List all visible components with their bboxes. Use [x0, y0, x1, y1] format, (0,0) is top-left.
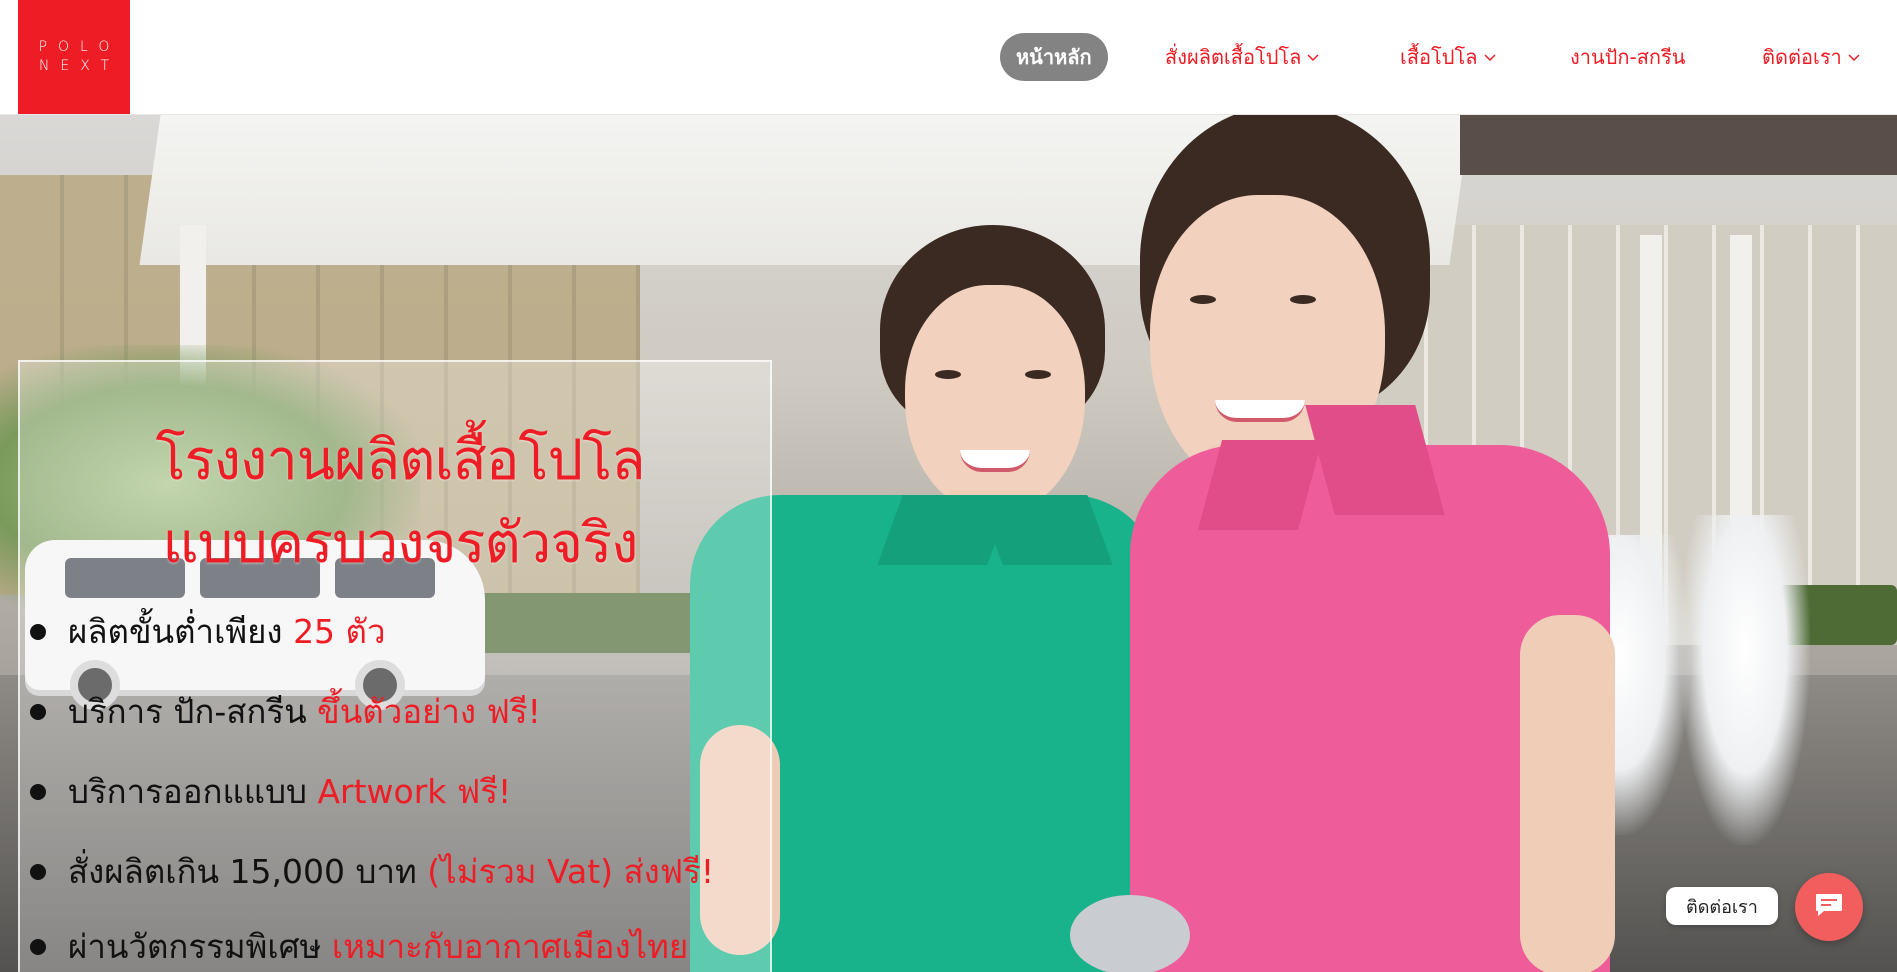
chevron-down-icon — [1482, 49, 1498, 65]
bullet-highlight: ขึ้นตัวอย่าง ฟรี! — [317, 692, 541, 731]
contact-widget-button[interactable] — [1795, 873, 1863, 941]
logo-line-2: NEXT — [38, 58, 121, 74]
bullet-text: ผลิตขั้นต่ำเพียง — [68, 612, 283, 651]
site-header: POLO NEXT หน้าหลัก สั่งผลิตเสื้อโปโล เสื… — [0, 0, 1897, 115]
nav-item-order-polo[interactable]: สั่งผลิตเสื้อโปโล — [1165, 33, 1321, 81]
bullet-text: สั่งผลิตเกิน 15,000 บาท — [68, 852, 417, 891]
bullet-text: ผ่านวัตกรรมพิเศษ — [68, 927, 322, 966]
bullet-dot — [30, 703, 46, 720]
bullet-dot — [30, 863, 46, 880]
feature-bullet: บริการออกแแบบ Artwork ฟรี! — [30, 765, 511, 818]
nav-item-embroidery-screen[interactable]: งานปัก-สกรีน — [1570, 33, 1685, 81]
bullet-text: บริการออกแแบบ — [68, 772, 307, 811]
hero-headline-2: แบบครบวงจรตัวจริง — [162, 511, 639, 576]
feature-bullet: ผลิตขั้นต่ำเพียง 25 ตัว — [30, 605, 386, 658]
nav-label: หน้าหลัก — [1016, 45, 1092, 69]
bullet-highlight: 25 ตัว — [293, 612, 386, 651]
bullet-dot — [30, 783, 46, 800]
bullet-highlight: Artwork ฟรี! — [317, 772, 512, 811]
hero-banner: โรงงานผลิตเสื้อโปโล แบบครบวงจรตัวจริง ผล… — [0, 115, 1897, 972]
feature-bullet: ผ่านวัตกรรมพิเศษ เหมาะกับอากาศเมืองไทย — [30, 920, 688, 972]
bullet-highlight: เหมาะกับอากาศเมืองไทย — [331, 927, 689, 966]
nav-label: สั่งผลิตเสื้อโปโล — [1165, 45, 1302, 69]
feature-bullet: สั่งผลิตเกิน 15,000 บาท (ไม่รวม Vat) ส่ง… — [30, 845, 714, 898]
nav-label: เสื้อโปโล — [1400, 45, 1478, 69]
nav-item-polo-shirts[interactable]: เสื้อโปโล — [1400, 33, 1498, 81]
chat-icon — [1814, 892, 1844, 922]
chevron-down-icon — [1846, 49, 1862, 65]
bullet-dot — [30, 938, 46, 955]
nav-item-contact[interactable]: ติดต่อเรา — [1762, 33, 1862, 81]
bullet-highlight: (ไม่รวม Vat) ส่งฟรี! — [427, 852, 715, 891]
hero-headline-1: โรงงานผลิตเสื้อโปโล — [155, 428, 645, 493]
nav-label: ติดต่อเรา — [1762, 45, 1842, 69]
bullet-text: บริการ ปัก-สกรีน — [68, 692, 307, 731]
feature-bullet: บริการ ปัก-สกรีน ขึ้นตัวอย่าง ฟรี! — [30, 685, 541, 738]
bullet-dot — [30, 623, 46, 640]
logo-line-1: POLO — [38, 39, 121, 55]
nav-item-home[interactable]: หน้าหลัก — [1000, 33, 1108, 81]
nav-label: งานปัก-สกรีน — [1570, 45, 1686, 69]
chevron-down-icon — [1305, 49, 1321, 65]
site-logo[interactable]: POLO NEXT — [18, 0, 130, 114]
contact-widget-label[interactable]: ติดต่อเรา — [1666, 887, 1778, 925]
